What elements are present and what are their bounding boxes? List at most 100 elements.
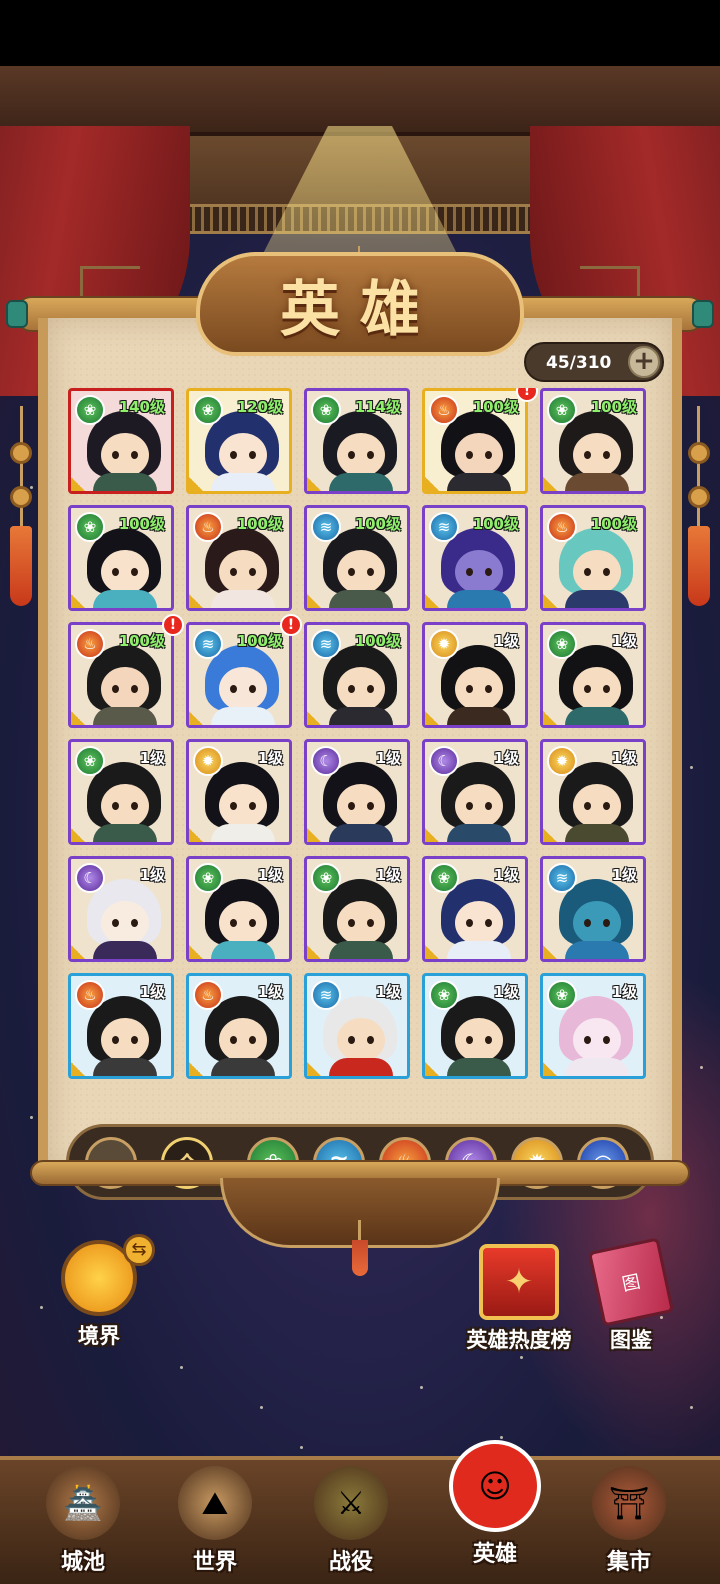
hero-card[interactable]: ☾ 1级 [422,739,528,845]
hero-robe [211,824,275,842]
fire-element-icon: ♨ [429,395,459,425]
hero-card[interactable]: ❀ 100级 [68,505,174,611]
hero-card[interactable]: ♨ 100级 [422,388,528,494]
hero-ranking-button[interactable]: ✦ 英雄热度榜 [456,1244,582,1354]
hero-eye [584,1036,591,1044]
hero-card[interactable]: ❀ 114级 [304,388,410,494]
hero-robe [329,590,393,608]
side-cord-right [697,406,700,536]
hero-face [573,901,621,945]
hero-card[interactable]: ♨ 1级 [68,973,174,1079]
hero-level: 100级 [354,632,401,650]
ranking-banner-icon: ✦ [479,1244,559,1320]
hero-face [337,667,385,711]
hero-card[interactable]: ❀ 1级 [540,973,646,1079]
nav-city[interactable]: 🏯 城池 [28,1466,138,1584]
hero-card[interactable]: ❀ 1级 [422,856,528,962]
nav-hero[interactable]: ☺ 英雄 [440,1440,550,1584]
hero-card[interactable]: ♨ 100级 [68,622,174,728]
hero-card[interactable]: ≋ 100级 [186,622,292,728]
hero-robe [211,1058,275,1076]
star [30,1116,33,1119]
hero-card[interactable]: ♨ 1级 [186,973,292,1079]
water-element-icon: ≋ [193,629,223,659]
nav-market[interactable]: ⛩ 集市 [574,1466,684,1584]
hero-face [337,433,385,477]
hero-card[interactable]: ❀ 100级 [540,388,646,494]
hero-card[interactable]: ❀ 1级 [304,856,410,962]
hero-eye [131,1036,138,1044]
add-hero-slot-button[interactable]: + [628,346,660,378]
hero-level: 1级 [493,632,519,650]
wood-element-icon: ❀ [547,629,577,659]
hero-card[interactable]: ☾ 1级 [68,856,174,962]
hero-face [101,433,149,477]
hero-eye [131,451,138,459]
hero-card[interactable]: ≋ 100级 [304,505,410,611]
moon-element-icon: ☾ [429,746,459,776]
water-element-icon: ≋ [429,512,459,542]
hero-eye [584,451,591,459]
hero-robe [93,824,157,842]
hero-card[interactable]: ❀ 1级 [186,856,292,962]
hero-level: 100级 [354,515,401,533]
hero-card[interactable]: ❀ 120级 [186,388,292,494]
star [520,1356,523,1359]
hero-robe [565,941,629,959]
hero-face [337,784,385,828]
hero-face [573,433,621,477]
hero-card[interactable]: ≋ 1级 [304,973,410,1079]
hero-card[interactable]: ✹ 1级 [540,739,646,845]
city-icon: 🏯 [46,1466,120,1540]
hero-eye [485,568,492,576]
sun-element-icon: ✹ [547,746,577,776]
hero-level: 1级 [493,866,519,884]
nav-battle[interactable]: ⚔ 战役 [296,1466,406,1584]
hero-card[interactable]: ❀ 1级 [68,739,174,845]
realm-label: 境界 [78,1324,120,1348]
hero-card[interactable]: ☾ 1级 [304,739,410,845]
hero-robe [329,1058,393,1076]
nav-world[interactable]: ⛰ 世界 [160,1466,270,1584]
hero-level: 1级 [375,983,401,1001]
world-icon: ⛰ [178,1466,252,1540]
hero-eye [112,1036,119,1044]
hero-robe [565,473,629,491]
hero-robe [565,824,629,842]
hero-eye [584,568,591,576]
tassel-left [10,526,32,606]
swap-icon[interactable]: ⇆ [123,1234,155,1266]
realm-button[interactable]: ⇆ 境界 [44,1234,155,1350]
hero-card[interactable]: ❀ 1级 [540,622,646,728]
hero-card[interactable]: ≋ 100级 [304,622,410,728]
hero-card[interactable]: ❀ 140级 [68,388,174,494]
hero-face [455,550,503,594]
coin-ornament [10,486,32,508]
hero-eye [466,1036,473,1044]
hero-card[interactable]: ✹ 1级 [186,739,292,845]
hero-card[interactable]: ≋ 1级 [540,856,646,962]
hero-card[interactable]: ♨ 100级 [540,505,646,611]
hero-robe [447,707,511,725]
hero-card[interactable]: ❀ 1级 [422,973,528,1079]
coin-ornament [688,442,710,464]
codex-button[interactable]: 图 图鉴 [586,1237,676,1354]
wood-element-icon: ❀ [429,980,459,1010]
coin-ornament [688,486,710,508]
hero-robe [211,473,275,491]
wood-element-icon: ❀ [75,395,105,425]
alert-badge: ! [162,614,184,636]
hero-robe [447,824,511,842]
hero-card[interactable]: ♨ 100级 [186,505,292,611]
hero-eye [348,1036,355,1044]
nav-label: 战役 [328,1550,373,1575]
hero-robe [93,1058,157,1076]
star [690,1406,693,1409]
hero-robe [447,941,511,959]
hero-eye [603,802,610,810]
hero-level: 100级 [590,398,637,416]
hero-robe [211,707,275,725]
hero-card[interactable]: ≋ 100级 [422,505,528,611]
hero-card[interactable]: ✹ 1级 [422,622,528,728]
hero-eye [367,568,374,576]
